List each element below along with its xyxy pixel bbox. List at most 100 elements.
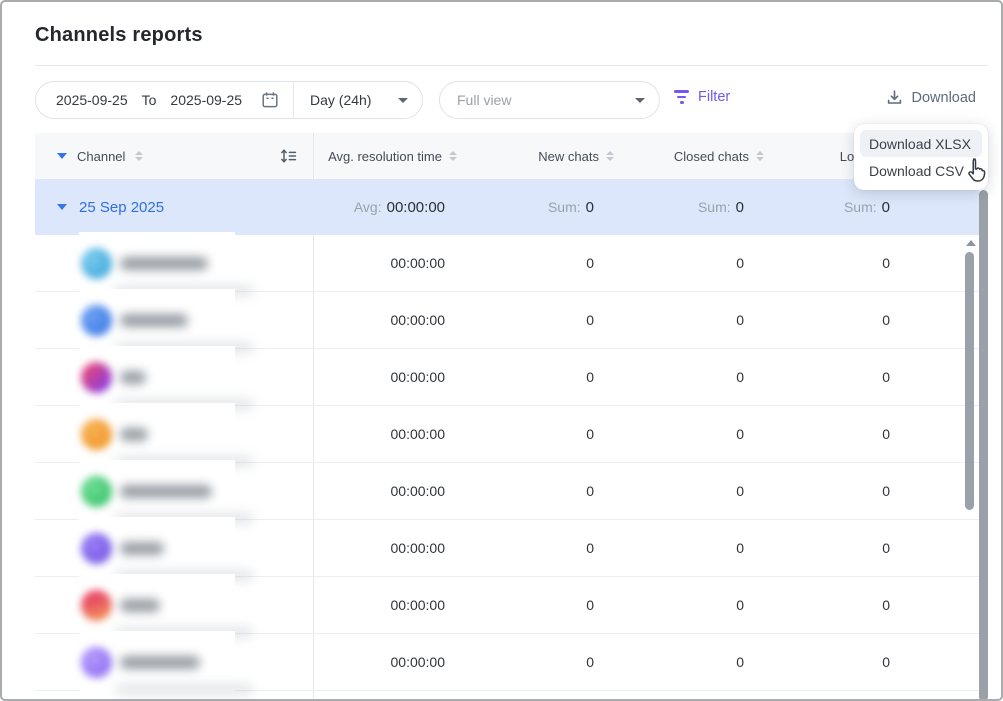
row-density-icon[interactable] — [280, 148, 297, 164]
redacted-channel-area — [79, 517, 235, 580]
redacted-channel-area — [79, 460, 235, 523]
channel-cell — [35, 520, 313, 576]
cell-new-chats: 0 — [467, 369, 624, 385]
column-header-closed-chats[interactable]: Closed chats — [624, 133, 774, 179]
channel-name-redacted — [120, 314, 188, 327]
cell-lost-chats: 0 — [774, 654, 924, 670]
table-row[interactable]: 00:00:00 0 0 0 — [35, 634, 979, 691]
cell-resolution-time: 00:00:00 — [313, 255, 467, 271]
cell-lost-chats: 0 — [774, 255, 924, 271]
view-select-value: Full view — [457, 92, 511, 108]
date-to-value[interactable]: 2025-09-25 — [170, 92, 242, 108]
date-from-value[interactable]: 2025-09-25 — [56, 92, 128, 108]
cell-new-chats: 0 — [467, 540, 624, 556]
table-row[interactable]: 00:00:00 0 0 0 — [35, 292, 979, 349]
collapse-triangle-icon[interactable] — [57, 153, 67, 159]
orange-channel-icon — [81, 419, 112, 450]
channel-name-redacted — [120, 257, 208, 270]
cell-lost-chats: 0 — [774, 540, 924, 556]
column-header-label: Channel — [77, 149, 125, 164]
cell-lost-chats: 0 — [774, 597, 924, 613]
cell-lost-chats: 0 — [774, 426, 924, 442]
filter-button[interactable]: Filter — [674, 89, 730, 105]
period-value: Day (24h) — [310, 92, 371, 108]
redacted-channel-area — [79, 289, 235, 352]
light-violet-channel-icon — [81, 647, 112, 678]
filter-icon — [674, 90, 689, 104]
table-row[interactable]: 00:00:00 0 0 0 — [35, 463, 979, 520]
channel-cell — [35, 634, 313, 690]
chevron-down-icon — [398, 98, 408, 103]
cell-closed-chats: 0 — [624, 540, 774, 556]
cell-closed-chats: 0 — [624, 312, 774, 328]
channel-name-redacted — [120, 599, 160, 612]
sort-icon[interactable] — [449, 151, 457, 162]
cell-new-chats: 0 — [467, 426, 624, 442]
redacted-channel-area — [79, 346, 235, 409]
scroll-up-arrow-icon[interactable] — [966, 240, 976, 246]
cell-new-chats: 0 — [467, 255, 624, 271]
table-row[interactable]: 00:00:00 0 0 0 — [35, 235, 979, 292]
cell-resolution-time: 00:00:00 — [313, 540, 467, 556]
channel-name-redacted — [120, 656, 200, 669]
sort-icon[interactable] — [756, 151, 764, 162]
download-icon — [886, 89, 903, 106]
redacted-channel-area — [79, 574, 235, 637]
period-select[interactable]: Day (24h) — [294, 82, 422, 118]
page-scrollbar-thumb[interactable] — [979, 190, 988, 701]
cell-new-chats: 0 — [467, 483, 624, 499]
blue-channel-icon — [81, 305, 112, 336]
red-orange-gradient-icon — [81, 590, 112, 621]
cell-resolution-time: 00:00:00 — [313, 369, 467, 385]
filter-button-label: Filter — [698, 89, 730, 105]
column-header-channel[interactable]: Channel — [35, 133, 313, 179]
cell-resolution-time: 00:00:00 — [313, 312, 467, 328]
download-button-label: Download — [912, 90, 977, 106]
menu-item-download-xlsx[interactable]: Download XLSX — [860, 130, 982, 157]
mouse-cursor-hand-icon — [964, 157, 988, 185]
calendar-icon[interactable] — [261, 91, 279, 109]
summary-closed-chats: Sum: 0 — [624, 199, 774, 216]
date-to-label: To — [142, 92, 157, 108]
channel-cell — [35, 463, 313, 519]
sort-icon[interactable] — [606, 151, 614, 162]
channels-reports-window: Channels reports 2025-09-25 To 2025-09-2… — [0, 0, 1003, 701]
date-group-summary-row[interactable]: 25 Sep 2025 Avg: 00:00:00 Sum: 0 Sum: 0 … — [35, 179, 979, 235]
table-row[interactable]: 00:00:00 0 0 0 — [35, 577, 979, 634]
cell-lost-chats: 0 — [774, 312, 924, 328]
collapse-triangle-icon[interactable] — [57, 204, 67, 210]
cell-new-chats: 0 — [467, 312, 624, 328]
cell-closed-chats: 0 — [624, 483, 774, 499]
channel-name-redacted — [120, 371, 146, 384]
cell-closed-chats: 0 — [624, 597, 774, 613]
sort-icon[interactable] — [135, 151, 143, 162]
table-row[interactable]: 00:00:00 0 0 0 — [35, 520, 979, 577]
cell-closed-chats: 0 — [624, 426, 774, 442]
telegram-blue-icon — [81, 248, 112, 279]
cell-new-chats: 0 — [467, 597, 624, 613]
cell-closed-chats: 0 — [624, 255, 774, 271]
channel-cell — [35, 349, 313, 405]
download-button[interactable]: Download — [886, 89, 977, 106]
table-scrollbar-thumb[interactable] — [965, 252, 974, 510]
table-row[interactable]: 00:00:00 0 0 0 — [35, 406, 979, 463]
table-body: 00:00:00 0 0 0 00:00:00 0 0 0 — [35, 235, 979, 691]
redacted-channel-area — [79, 403, 235, 466]
group-date: 25 Sep 2025 — [79, 199, 164, 216]
download-menu: Download XLSX Download CSV — [854, 124, 988, 190]
view-select[interactable]: Full view — [439, 81, 660, 119]
channel-cell — [35, 406, 313, 462]
summary-new-chats: Sum: 0 — [467, 199, 624, 216]
cell-resolution-time: 00:00:00 — [313, 597, 467, 613]
summary-lost-chats: Sum: 0 — [774, 199, 924, 216]
table-header: Channel Avg. resolution time New — [35, 133, 979, 179]
date-range-and-period-control[interactable]: 2025-09-25 To 2025-09-25 Day (24h) — [35, 81, 423, 119]
violet-channel-icon — [81, 533, 112, 564]
cell-lost-chats: 0 — [774, 369, 924, 385]
date-range-picker[interactable]: 2025-09-25 To 2025-09-25 — [36, 82, 293, 118]
column-header-new-chats[interactable]: New chats — [467, 133, 624, 179]
column-header-avg-resolution-time[interactable]: Avg. resolution time — [313, 133, 467, 179]
table-row[interactable]: 00:00:00 0 0 0 — [35, 349, 979, 406]
cell-resolution-time: 00:00:00 — [313, 654, 467, 670]
channel-name-redacted — [120, 542, 164, 555]
